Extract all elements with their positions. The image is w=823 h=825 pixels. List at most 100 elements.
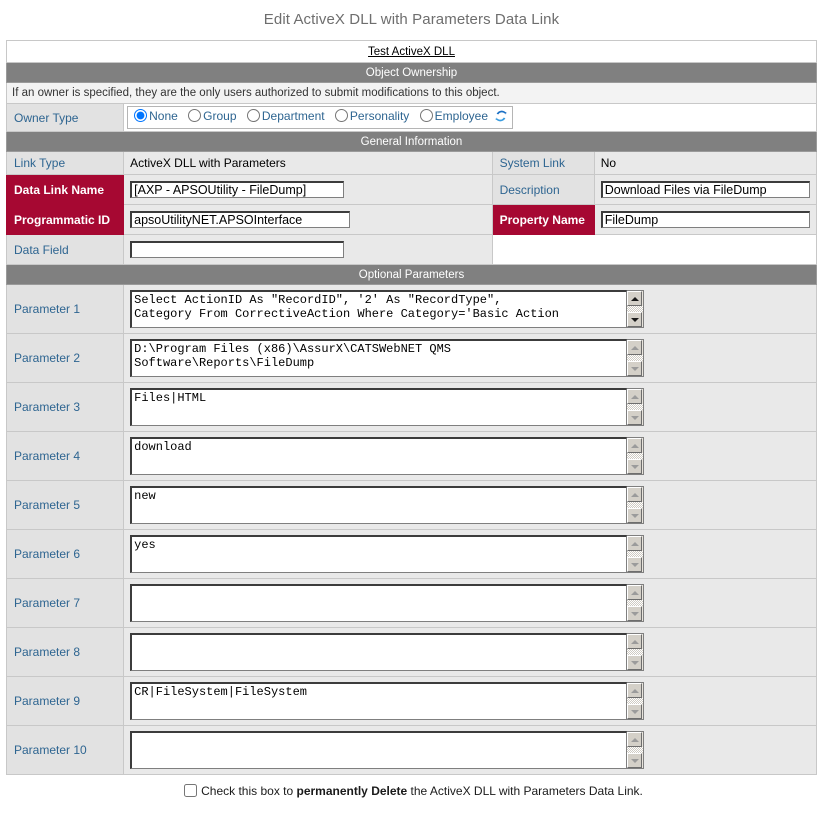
delete-text-emphasis: permanently Delete <box>296 784 408 798</box>
parameter-8-textarea[interactable] <box>130 633 628 671</box>
link-type-label: Link Type <box>5 151 125 175</box>
scroll-down-icon[interactable] <box>627 655 643 670</box>
parameter-8-scrollbar[interactable] <box>627 633 645 671</box>
scroll-up-icon[interactable] <box>627 634 643 649</box>
parameter-5-textarea[interactable]: new <box>130 486 628 524</box>
parameter-3-cell: Files|HTML <box>123 382 817 432</box>
data-link-form: Test ActiveX DLL Object Ownership If an … <box>5 40 818 775</box>
scroll-up-icon[interactable] <box>627 585 643 600</box>
parameter-1-textarea[interactable]: Select ActionID As "RecordID", '2' As "R… <box>130 290 628 328</box>
delete-checkbox[interactable] <box>184 784 198 797</box>
parameter-3-textarea[interactable]: Files|HTML <box>130 388 628 426</box>
parameter-10-label: Parameter 10 <box>5 725 125 775</box>
programmatic-id-cell <box>123 204 493 235</box>
scroll-down-icon[interactable] <box>627 361 643 376</box>
scroll-down-icon[interactable] <box>627 508 643 523</box>
data-field-spacer <box>491 234 818 265</box>
scroll-down-icon[interactable] <box>627 459 643 474</box>
parameter-5-cell: new <box>123 480 817 530</box>
radio-label-department: Department <box>261 109 325 123</box>
property-name-cell <box>593 204 818 235</box>
scroll-down-icon[interactable] <box>627 557 643 572</box>
parameter-6-cell: yes <box>123 529 817 579</box>
parameter-row: Parameter 5 new <box>5 480 817 530</box>
parameter-6-textarea[interactable]: yes <box>130 535 628 573</box>
parameter-4-scrollbar[interactable] <box>627 437 645 475</box>
scroll-up-icon[interactable] <box>627 340 643 355</box>
property-name-label: Property Name <box>491 204 595 235</box>
parameter-2-scrollbar[interactable] <box>627 339 645 377</box>
data-field-input[interactable] <box>130 241 345 258</box>
parameter-5-scrollbar[interactable] <box>627 486 645 524</box>
section-heading-general-information: General Information <box>6 131 817 152</box>
scroll-down-icon[interactable] <box>627 606 643 621</box>
parameter-7-label: Parameter 7 <box>5 578 125 628</box>
general-heading-row: General Information <box>6 131 817 152</box>
data-link-name-input[interactable] <box>130 181 345 198</box>
parameter-7-cell <box>123 578 817 628</box>
owner-type-row: Owner Type None Group Department Persona… <box>5 103 817 132</box>
scroll-down-icon[interactable] <box>627 704 643 719</box>
parameter-9-textarea[interactable]: CR|FileSystem|FileSystem <box>130 682 628 720</box>
owner-type-radio-group[interactable]: None Group Department Personality Employ… <box>127 106 514 129</box>
scroll-down-icon[interactable] <box>627 753 643 768</box>
data-link-name-cell <box>123 174 493 205</box>
parameter-row: Parameter 7 <box>5 578 817 628</box>
parameter-row: Parameter 2 D:\Program Files (x86)\Assur… <box>5 333 817 383</box>
parameter-row: Parameter 1 Select ActionID As "RecordID… <box>5 284 817 334</box>
parameter-1-label: Parameter 1 <box>5 284 125 334</box>
scroll-up-icon[interactable] <box>627 438 643 453</box>
parameter-3-scrollbar[interactable] <box>627 388 645 426</box>
parameter-6-scrollbar[interactable] <box>627 535 645 573</box>
object-link-cell: Test ActiveX DLL <box>6 40 817 63</box>
scroll-down-icon[interactable] <box>627 312 643 327</box>
scroll-up-icon[interactable] <box>627 389 643 404</box>
property-name-input[interactable] <box>600 211 810 228</box>
ownership-note-row: If an owner is specified, they are the o… <box>6 82 817 104</box>
parameter-2-textarea[interactable]: D:\Program Files (x86)\AssurX\CATSWebNET… <box>130 339 628 377</box>
optional-heading-row: Optional Parameters <box>6 264 817 285</box>
parameter-10-scrollbar[interactable] <box>627 731 645 769</box>
data-field-label: Data Field <box>5 234 125 265</box>
parameter-row: Parameter 3 Files|HTML <box>5 382 817 432</box>
parameter-7-scrollbar[interactable] <box>627 584 645 622</box>
parameter-4-textarea[interactable]: download <box>130 437 628 475</box>
radio-label-personality: Personality <box>349 109 410 123</box>
parameter-row: Parameter 9 CR|FileSystem|FileSystem <box>5 676 817 726</box>
parameter-7-textarea[interactable] <box>130 584 628 622</box>
object-link[interactable]: Test ActiveX DLL <box>368 46 455 58</box>
object-ownership-heading-row: Object Ownership <box>6 62 817 83</box>
ownership-note: If an owner is specified, they are the o… <box>6 82 817 104</box>
section-heading-object-ownership: Object Ownership <box>6 62 817 83</box>
scroll-up-icon[interactable] <box>627 683 643 698</box>
section-heading-optional-parameters: Optional Parameters <box>6 264 817 285</box>
refresh-icon[interactable] <box>494 109 508 126</box>
parameter-9-scrollbar[interactable] <box>627 682 645 720</box>
scroll-up-icon[interactable] <box>627 732 643 747</box>
scroll-down-icon[interactable] <box>627 410 643 425</box>
radio-owner-none[interactable] <box>134 109 148 122</box>
parameter-1-cell: Select ActionID As "RecordID", '2' As "R… <box>123 284 817 334</box>
scroll-up-icon[interactable] <box>627 291 643 306</box>
scroll-up-icon[interactable] <box>627 487 643 502</box>
delete-text-suffix: the ActiveX DLL with Parameters Data Lin… <box>407 784 643 798</box>
parameter-1-scrollbar[interactable] <box>627 290 645 328</box>
programmatic-id-label: Programmatic ID <box>5 204 125 235</box>
radio-owner-personality[interactable] <box>334 109 348 122</box>
radio-owner-department[interactable] <box>246 109 260 122</box>
radio-owner-employee[interactable] <box>419 109 433 122</box>
parameter-2-label: Parameter 2 <box>5 333 125 383</box>
system-link-label: System Link <box>491 151 595 175</box>
parameter-4-cell: download <box>123 431 817 481</box>
radio-label-group: Group <box>203 109 237 123</box>
radio-owner-group[interactable] <box>188 109 202 122</box>
description-input[interactable] <box>600 181 810 198</box>
owner-type-options-cell: None Group Department Personality Employ… <box>123 103 817 132</box>
parameter-row: Parameter 10 <box>5 725 817 775</box>
programmatic-id-input[interactable] <box>130 211 351 228</box>
scroll-up-icon[interactable] <box>627 536 643 551</box>
parameter-10-textarea[interactable] <box>130 731 628 769</box>
radio-label-none: None <box>149 109 178 123</box>
parameter-8-label: Parameter 8 <box>5 627 125 677</box>
parameter-10-cell <box>123 725 817 775</box>
